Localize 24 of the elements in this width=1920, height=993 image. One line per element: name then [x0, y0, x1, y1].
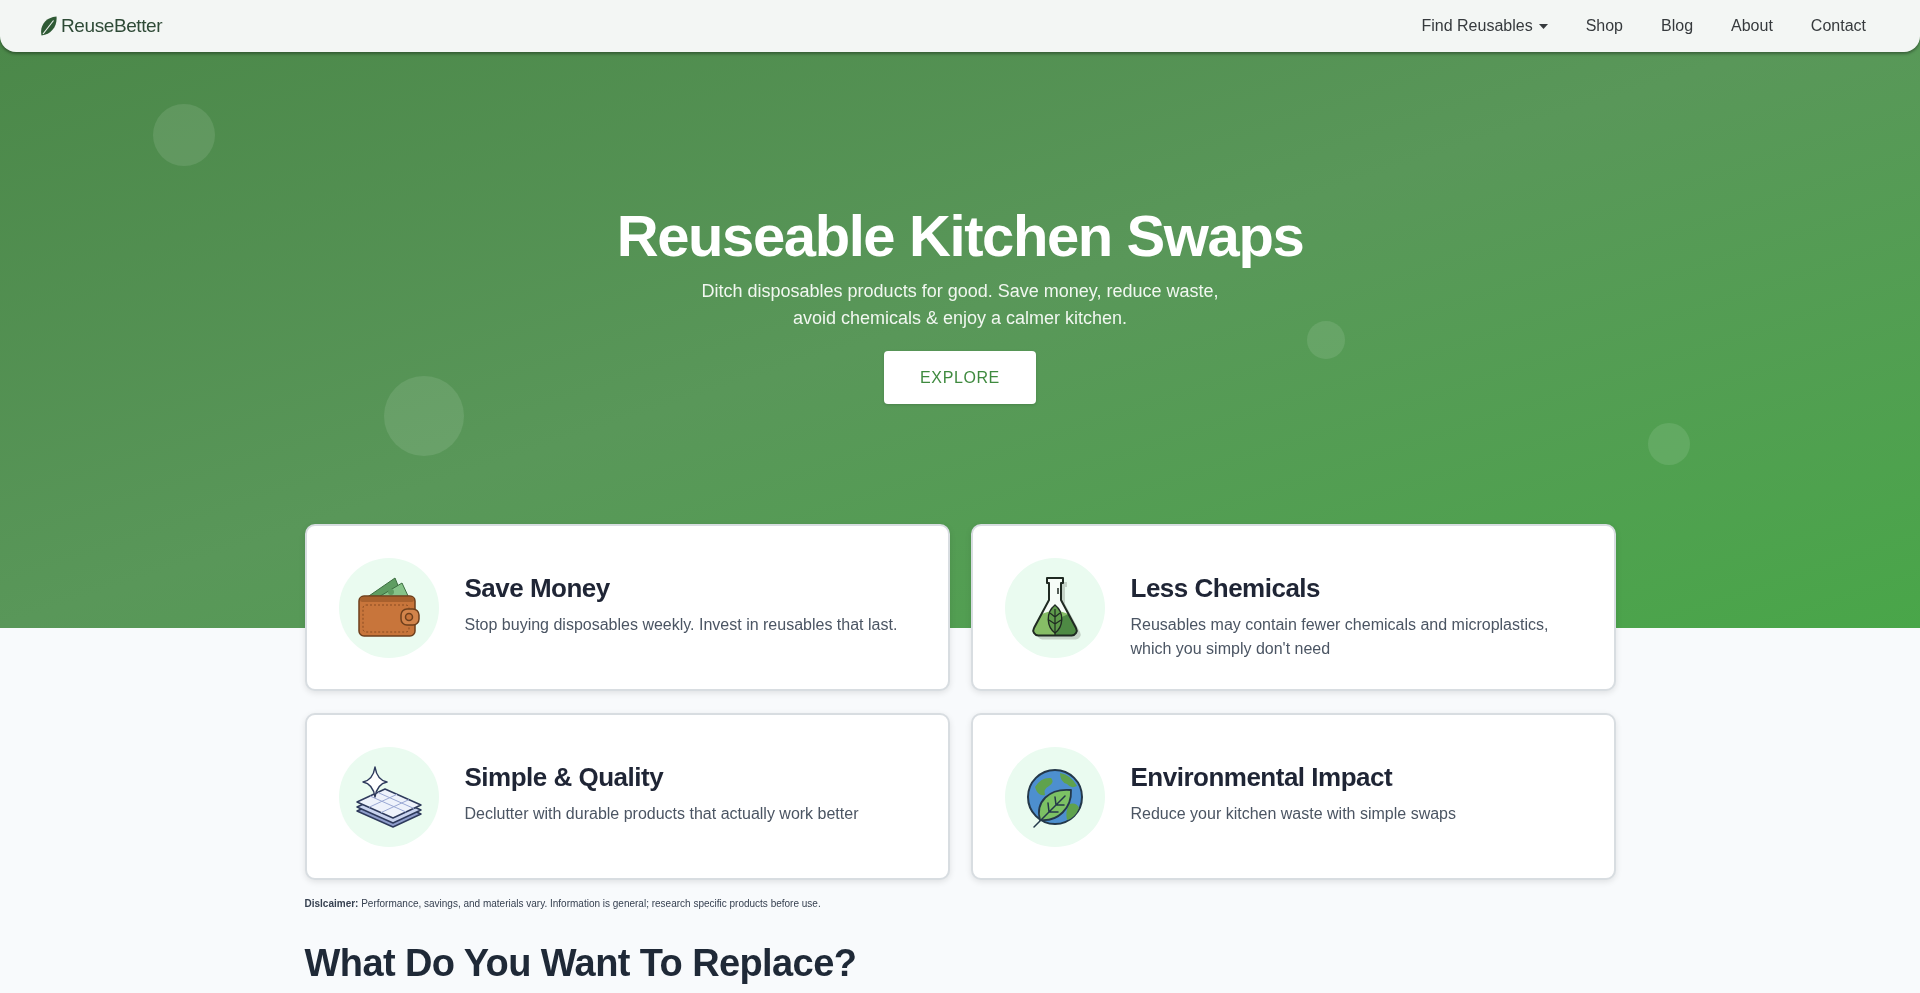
feature-title: Simple & Quality	[464, 761, 665, 793]
folded-towels-icon	[338, 746, 439, 847]
caret-down-icon	[1538, 23, 1548, 29]
feature-description: Reusables may contain fewer chemicals and microplastics, which you simply don't need	[1130, 615, 1550, 659]
explore-button[interactable]: EXPLORE	[884, 351, 1036, 404]
feature-title: Less Chemicals	[1130, 572, 1322, 604]
wallet-icon	[338, 557, 439, 658]
feature-description: Declutter with durable products that actually work better	[464, 804, 859, 824]
feature-title: Environmental Impact	[1130, 761, 1394, 793]
hero-subtitle: Ditch disposables products for good. Save money, reduce waste, avoid chemicals & enjoy a calmer kitchen.	[700, 280, 1220, 330]
globe-with-leaf-icon	[1004, 746, 1105, 847]
nav-link[interactable]: Shop	[1575, 8, 1633, 44]
nav-dropdown[interactable]: Find Reusables	[1411, 8, 1558, 44]
leaf-icon	[40, 16, 57, 36]
logo-link[interactable]: ReuseBetter	[40, 11, 163, 41]
nav-link[interactable]: Blog	[1651, 8, 1704, 44]
section-heading: What Do You Want To Replace?	[304, 941, 858, 985]
disclaimer-text: Dislcaimer: Performance, savings, and materials vary. Information is general; research specific products before use.	[304, 897, 822, 911]
nav-link[interactable]: Contact	[1800, 8, 1876, 44]
feature-title: Save Money	[464, 572, 611, 604]
flask-icon	[1004, 557, 1105, 658]
nav-link[interactable]: About	[1721, 8, 1783, 44]
feature-description: Stop buying disposables weekly. Invest in reusables that last.	[464, 615, 898, 635]
feature-description: Reduce your kitchen waste with simple swaps	[1130, 804, 1456, 824]
